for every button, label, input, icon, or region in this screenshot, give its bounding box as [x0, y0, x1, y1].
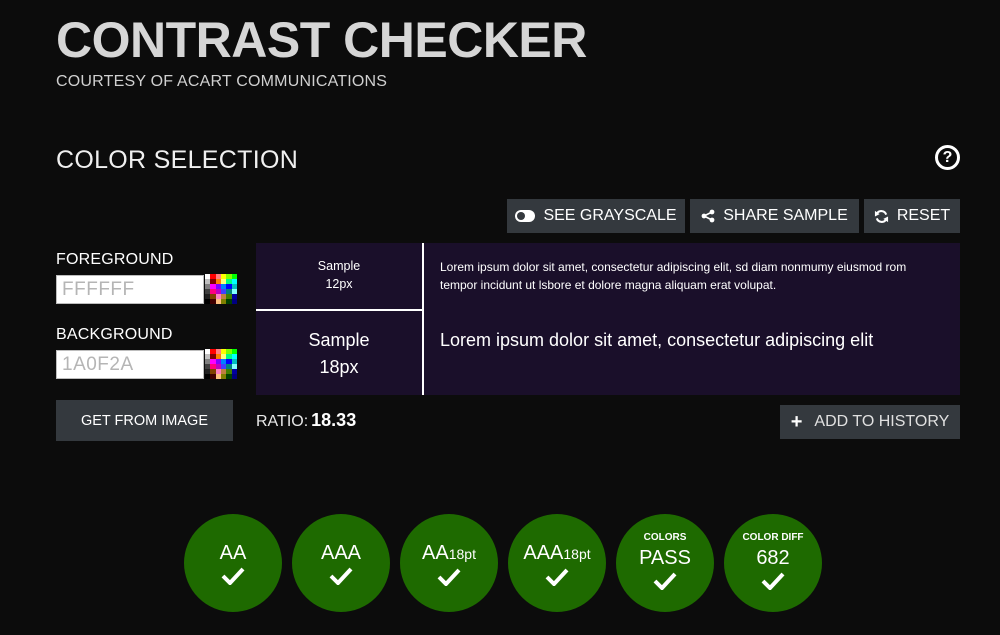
checkmark-icon [545, 568, 569, 586]
section-title: COLOR SELECTION [56, 146, 299, 174]
page-subtitle: COURTESY OF ACART COMMUNICATIONS [56, 73, 388, 90]
ratio-label: RATIO: [256, 413, 309, 430]
sample-18px: Sample 18px [256, 327, 422, 381]
foreground-palette-picker[interactable] [205, 274, 237, 304]
plus-icon: + [790, 411, 803, 433]
sample-18px-size: 18px [319, 357, 359, 377]
badge-aa-text: AA [219, 542, 247, 564]
preview-divider-horizontal [256, 309, 422, 311]
toggle-icon [515, 210, 536, 222]
reset-button[interactable]: RESET [864, 199, 960, 233]
sample-18px-label: Sample [308, 330, 370, 350]
checkmark-icon [437, 568, 461, 586]
share-icon [701, 209, 715, 223]
badge-colors: COLORS PASS [616, 514, 714, 612]
sample-preview: Sample 12px Sample 18px Lorem ipsum dolo… [256, 243, 960, 395]
checkmark-icon [221, 567, 245, 585]
preview-divider-vertical [422, 243, 424, 395]
ratio-value: 18.33 [311, 410, 357, 430]
badge-aa: AA [184, 514, 282, 612]
share-sample-label: SHARE SAMPLE [723, 207, 848, 224]
badge-color-diff: COLOR DIFF 682 [724, 514, 822, 612]
refresh-icon [874, 209, 889, 224]
reset-label: RESET [896, 207, 951, 224]
badge-aa-18pt-suffix: 18pt [448, 545, 476, 562]
palette-swatch[interactable] [231, 374, 237, 379]
badge-aa-18pt-text: AA [422, 541, 449, 564]
badge-aaa: AAA [292, 514, 390, 612]
sample-text-small: Lorem ipsum dolor sit amet, consectetur … [440, 260, 907, 292]
results-badges: AA AAA AA18pt AAA18pt COLORS PASS COLOR … [184, 514, 822, 612]
foreground-input[interactable] [56, 275, 204, 304]
see-grayscale-button[interactable]: SEE GRAYSCALE [507, 199, 685, 233]
add-to-history-label: ADD TO HISTORY [814, 413, 950, 430]
badge-colors-text: PASS [639, 547, 691, 569]
background-palette-picker[interactable] [205, 349, 237, 379]
checkmark-icon [761, 572, 785, 590]
badge-aa-18pt: AA18pt [400, 514, 498, 612]
foreground-label: FOREGROUND [56, 251, 174, 268]
share-sample-button[interactable]: SHARE SAMPLE [690, 199, 859, 233]
get-from-image-button[interactable]: GET FROM IMAGE [56, 400, 233, 441]
background-input[interactable] [56, 350, 204, 379]
add-to-history-button[interactable]: + ADD TO HISTORY [780, 405, 960, 439]
badge-colors-caption: COLORS [643, 532, 687, 543]
badge-color-diff-caption: COLOR DIFF [742, 532, 804, 543]
see-grayscale-label: SEE GRAYSCALE [543, 207, 677, 224]
sample-12px: Sample 12px [256, 257, 422, 293]
question-circle-icon[interactable]: ? [935, 145, 960, 170]
badge-aaa-18pt-suffix: 18pt [563, 545, 591, 562]
palette-swatch[interactable] [231, 299, 237, 304]
checkmark-icon [329, 567, 353, 585]
badge-aaa-text: AAA [320, 542, 362, 564]
badge-color-diff-text: 682 [756, 547, 790, 569]
checkmark-icon [653, 572, 677, 590]
background-label: BACKGROUND [56, 326, 173, 343]
sample-12px-size: 12px [325, 277, 353, 291]
sample-text-large: Lorem ipsum dolor sit amet, consectetur … [440, 330, 874, 350]
badge-aaa-18pt: AAA18pt [508, 514, 606, 612]
sample-12px-label: Sample [317, 259, 361, 273]
badge-aaa-18pt-text: AAA [523, 541, 564, 564]
contrast-ratio: RATIO: 18.33 [256, 410, 356, 431]
page-title: CONTRAST CHECKER [56, 12, 587, 68]
